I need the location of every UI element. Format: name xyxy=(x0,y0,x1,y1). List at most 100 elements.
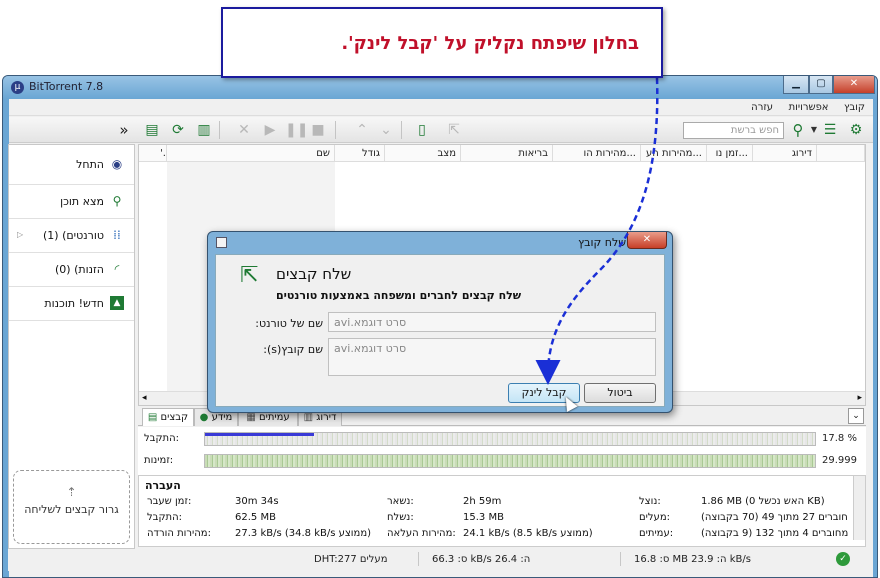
maximize-button[interactable]: ▢ xyxy=(809,76,833,94)
torrents-icon: ⁞⁞ xyxy=(113,228,121,242)
download-progress-fill xyxy=(205,433,314,436)
sidebar: ◉ התחל ⚲ מצא תוכן ▷ ⁞⁞ טורנטים) (1) ◜ הז… xyxy=(8,144,135,549)
info-label: נשאר: xyxy=(387,496,414,507)
sidebar-item-start[interactable]: ◉ התחל xyxy=(9,145,134,185)
title-bar: µ BitTorrent 7.8 ▁ ▢ ✕ xyxy=(3,76,877,99)
cancel-button[interactable]: ביטול xyxy=(584,383,656,403)
list-view-icon[interactable]: ☰ xyxy=(821,121,839,139)
info-value: חוברים 27 מתוך 49 (70 בקבוצה) xyxy=(701,512,848,523)
dropzone-label: גרור קבצים לשליחה xyxy=(24,503,119,516)
create-torrent-icon[interactable]: ▥ xyxy=(195,121,213,139)
tab-files[interactable]: ▤ קבצים xyxy=(142,408,194,426)
menu-file[interactable]: קובץ xyxy=(844,99,865,116)
bittorrent-logo-icon: ◉ xyxy=(111,157,123,171)
column-header-status[interactable]: מצב xyxy=(385,145,461,162)
info-value: מחוברים 4 מתוך 132 (9 בקבוצה) xyxy=(701,528,849,539)
transfer-heading: העברה xyxy=(145,479,181,492)
move-up-icon[interactable]: ⌃ xyxy=(353,121,371,139)
availability-label: זמינות: xyxy=(144,455,174,466)
received-row: התקבל: 17.8 % xyxy=(138,429,866,449)
column-header-down-speed[interactable]: מהירות הו... xyxy=(553,145,641,162)
info-value: 2h 59m xyxy=(463,496,502,507)
availability-value: 29.999 xyxy=(822,455,857,466)
ratings-icon: ▥ xyxy=(303,412,314,423)
connection-ok-icon[interactable]: ✓ xyxy=(836,552,850,566)
column-header-name[interactable]: שם xyxy=(167,145,335,162)
remove-icon[interactable]: ✕ xyxy=(235,121,253,139)
close-button[interactable]: ✕ xyxy=(833,76,875,94)
file-name-label: שם קובץ(s): xyxy=(263,343,323,356)
info-label: מעלים: xyxy=(639,512,670,523)
availability-row: זמינות: 29.999 xyxy=(138,451,866,471)
torrent-name-label: שם של טורנט: xyxy=(255,317,323,330)
info-value: 27.3 kB/s (34.8 kB/s ממוצע) xyxy=(235,528,372,539)
scroll-right-icon[interactable]: ▸ xyxy=(857,393,862,403)
download-progress-bar xyxy=(204,432,816,446)
info-label: זמן שעבר: xyxy=(147,496,192,507)
start-icon[interactable]: ▶ xyxy=(261,121,279,139)
column-header-eta[interactable]: זמן נו... xyxy=(707,145,753,162)
column-header-size[interactable]: גודל xyxy=(335,145,385,162)
collapse-sidebar-button[interactable]: » xyxy=(115,121,133,139)
info-icon: ● xyxy=(199,412,209,423)
send-files-dropzone[interactable]: ⇡ גרור קבצים לשליחה xyxy=(13,470,130,544)
move-down-icon[interactable]: ⌄ xyxy=(377,121,395,139)
toolbar: » ▤ ⟳ ▥ ✕ ▶ ❚❚ ■ ⌃ ⌄ ▯ ⇱ חפש ברשת ⚲ ▼ ☰ … xyxy=(9,117,873,143)
sidebar-item-torrents[interactable]: ▷ ⁞⁞ טורנטים) (1) xyxy=(9,219,134,253)
info-value: 62.5 MB xyxy=(235,512,276,523)
info-value: 30m 34s xyxy=(235,496,279,507)
info-label: עמיתים: xyxy=(639,528,674,539)
menu-help[interactable]: עזרה xyxy=(751,99,773,116)
dialog-window-icon xyxy=(216,237,227,248)
gear-icon[interactable]: ⚙ xyxy=(847,121,865,139)
scroll-left-icon[interactable]: ◂ xyxy=(142,393,147,403)
received-label: התקבל: xyxy=(144,433,180,444)
info-value: 24.1 kB/s (8.5 kB/s ממוצע) xyxy=(463,528,593,539)
dialog-close-button[interactable]: ✕ xyxy=(627,232,667,249)
info-value: 1.86 MB (האש נכשל 0 KB) xyxy=(701,496,825,507)
info-label: מהירות הורדה: xyxy=(147,528,211,539)
minimize-button[interactable]: ▁ xyxy=(783,76,809,94)
callout-text: בחלון שיפתח נקליק על 'קבל לינק'. xyxy=(341,33,639,54)
add-url-icon[interactable]: ⟳ xyxy=(169,121,187,139)
dialog-title: שלח קובץ xyxy=(578,236,626,249)
transfer-info-panel: העברה זמן שעבר: 30m 34s נשאר: 2h 59m נוצל: 1.… xyxy=(138,475,866,547)
info-label: נשלח: xyxy=(387,512,414,523)
column-header-up-speed[interactable]: מהירות הע... xyxy=(641,145,707,162)
apps-icon: ▲ xyxy=(110,296,124,310)
menu-options[interactable]: אפשרויות xyxy=(789,99,829,116)
search-icon: ⚲ xyxy=(112,194,122,208)
share-icon[interactable]: ⇱ xyxy=(445,121,463,139)
stop-icon[interactable]: ■ xyxy=(309,121,327,139)
remote-device-icon[interactable]: ▯ xyxy=(413,121,431,139)
column-header-extra[interactable] xyxy=(817,145,865,162)
dialog-heading: שלח קבצים xyxy=(276,265,352,283)
files-icon: ▤ xyxy=(147,412,158,423)
status-dht: DHT:277 מעלים xyxy=(314,554,388,565)
add-torrent-icon[interactable]: ▤ xyxy=(143,121,161,139)
availability-bar xyxy=(204,454,816,468)
info-value: 15.3 MB xyxy=(463,512,504,523)
sidebar-item-apps[interactable]: ▲ חדש! תוכנות xyxy=(9,287,134,321)
info-label: התקבל: xyxy=(147,512,183,523)
file-name-field[interactable]: סרט דוגמא.avi xyxy=(328,338,656,376)
collapse-details-button[interactable]: ⌄ xyxy=(848,408,864,424)
sidebar-item-find-content[interactable]: ⚲ מצא תוכן xyxy=(9,185,134,219)
expand-icon[interactable]: ▷ xyxy=(17,230,23,239)
torrent-name-field[interactable]: סרט דוגמא.avi xyxy=(328,312,656,332)
column-header-tick[interactable]: '. xyxy=(139,145,167,162)
status-bar: DHT:277 מעלים ס: 66.3 kB/s ה: 26.4 ס: 16… xyxy=(8,549,870,571)
received-value: 17.8 % xyxy=(822,433,857,444)
dialog-body: ⇱ שלח קבצים שלח קבצים לחברים ומשפחה באמצ… xyxy=(215,254,665,407)
send-file-dialog: שלח קובץ ✕ ⇱ שלח קבצים שלח קבצים לחברים … xyxy=(207,231,673,413)
search-input[interactable]: חפש ברשת xyxy=(683,122,784,139)
share-icon: ⇱ xyxy=(240,263,259,288)
sidebar-item-feeds[interactable]: ◜ הזנות) (0) xyxy=(9,253,134,287)
column-header-health[interactable]: בריאות xyxy=(461,145,553,162)
info-scrollbar[interactable] xyxy=(853,476,865,540)
pause-icon[interactable]: ❚❚ xyxy=(285,121,308,139)
column-header-rating[interactable]: דירוג xyxy=(753,145,817,162)
status-upload: ס: 16.8 MB ה: 23.9 kB/s xyxy=(634,554,751,565)
info-label: מהירות העלאה: xyxy=(387,528,456,539)
window-title: BitTorrent 7.8 xyxy=(29,80,104,93)
